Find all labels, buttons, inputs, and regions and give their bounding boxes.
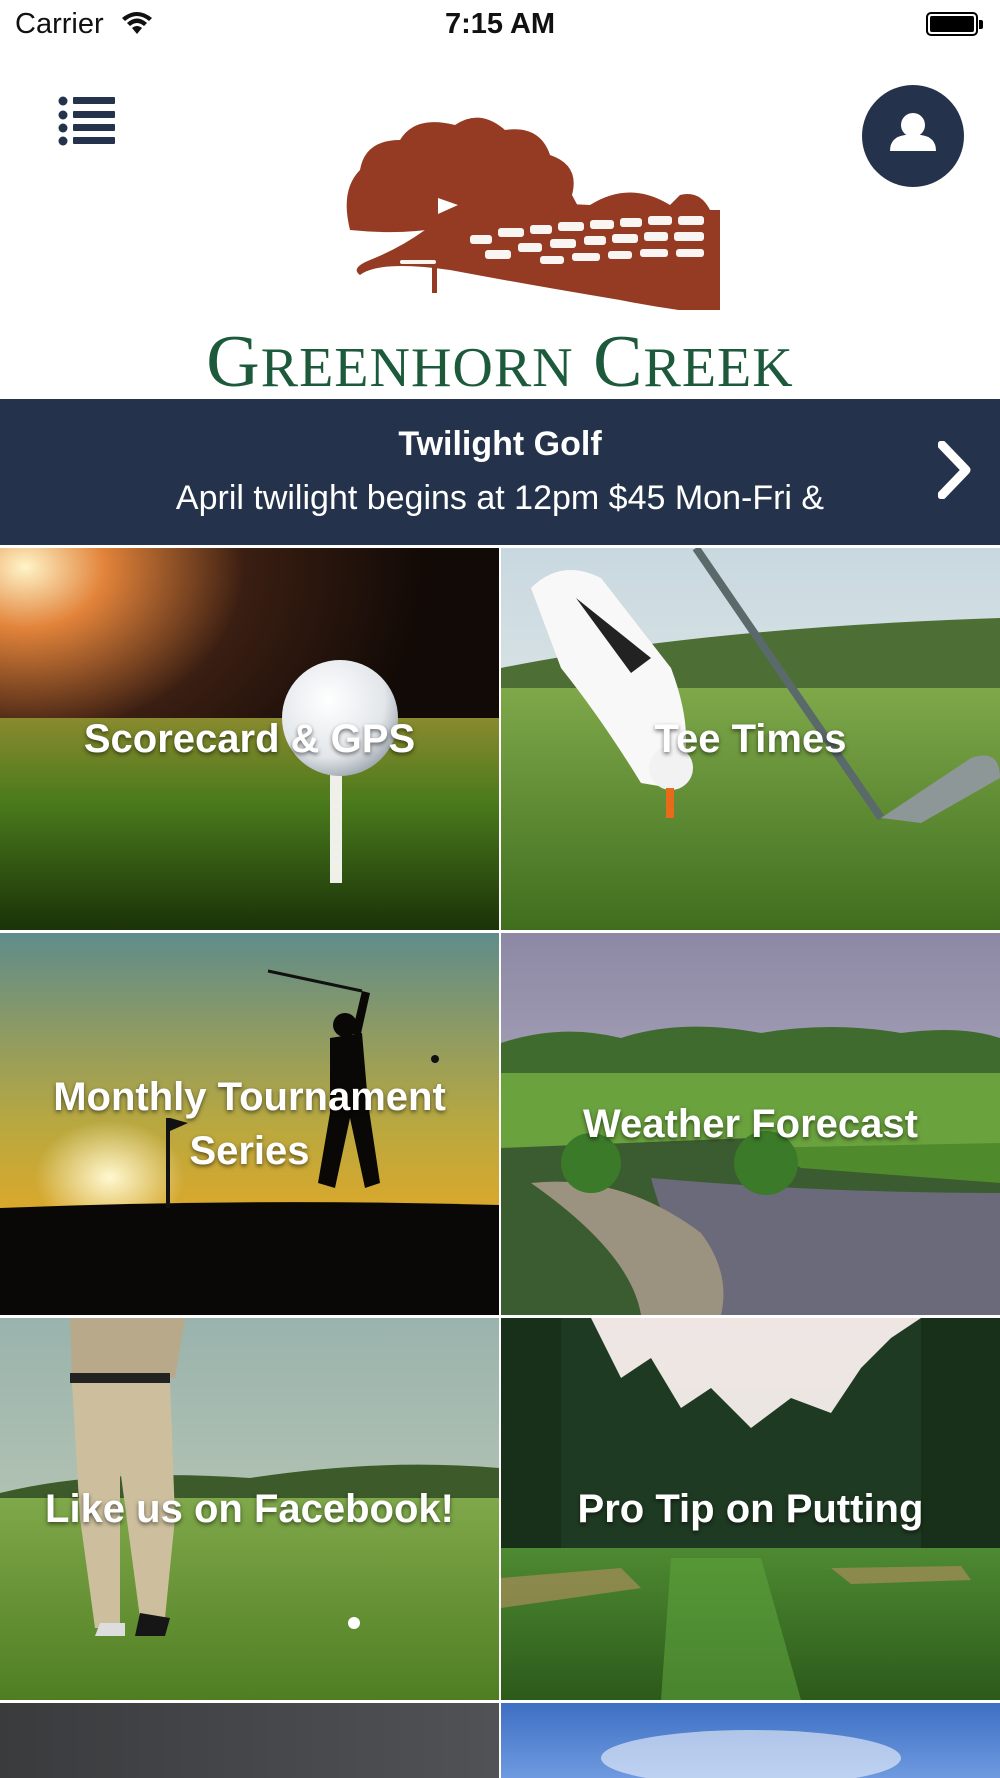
menu-button[interactable] xyxy=(58,95,116,147)
tile-facebook[interactable]: Like us on Facebook! xyxy=(0,1318,499,1700)
tile-scorecard-gps[interactable]: Scorecard & GPS xyxy=(0,548,499,930)
user-icon xyxy=(890,113,936,151)
tile-label: Scorecard & GPS xyxy=(83,717,416,761)
logo-wordmark: GREENHORN CREEK xyxy=(206,321,794,403)
chevron-right-icon xyxy=(938,441,971,499)
tile-monthly-tournament[interactable]: Monthly Tournament Series xyxy=(0,933,499,1315)
status-bar: Carrier 7:15 AM xyxy=(0,0,1000,50)
tile-partial-left[interactable] xyxy=(0,1703,499,1778)
greenhorn-creek-logo: GREENHORN CREEK xyxy=(200,110,800,403)
tile-weather-forecast[interactable]: Weather Forecast xyxy=(501,933,1000,1315)
tile-tee-times[interactable]: Tee Times xyxy=(501,548,1000,930)
header: GREENHORN CREEK xyxy=(0,50,1000,403)
announcement-banner[interactable]: Twilight Golf April twilight begins at 1… xyxy=(0,399,1000,545)
tile-partial-right[interactable] xyxy=(501,1703,1000,1778)
dark-photo-image xyxy=(0,1703,499,1778)
battery-icon xyxy=(926,12,984,38)
tile-label: Tee Times xyxy=(654,717,847,761)
tile-pro-tip-putting[interactable]: Pro Tip on Putting xyxy=(501,1318,1000,1700)
profile-button[interactable] xyxy=(862,85,964,187)
clock-time: 7:15 AM xyxy=(444,8,556,40)
tile-label: Like us on Facebook! xyxy=(45,1487,454,1531)
logo-emblem xyxy=(346,117,720,310)
tile-label: Pro Tip on Putting xyxy=(577,1487,924,1531)
list-icon xyxy=(58,96,115,146)
banner-title: Twilight Golf xyxy=(398,425,602,463)
tile-label: Monthly Tournament Series xyxy=(53,1075,446,1173)
tile-label: Weather Forecast xyxy=(583,1102,918,1146)
blue-sky-image xyxy=(501,1703,1000,1778)
banner-text: April twilight begins at 12pm $45 Mon-Fr… xyxy=(175,479,825,517)
tile-grid: Scorecard & GPS Tee Times Monthly Tourna… xyxy=(0,546,1000,1778)
